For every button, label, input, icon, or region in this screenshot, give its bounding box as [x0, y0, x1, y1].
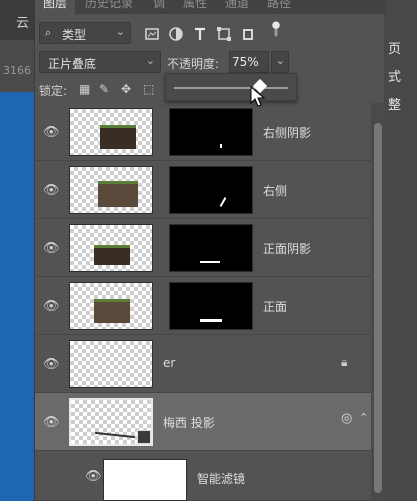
filter-kind-select[interactable]: ⌕ 类型 ⌄: [39, 22, 131, 44]
adjustment-filter-icon[interactable]: [167, 25, 185, 43]
blend-mode-value: 正片叠底: [48, 57, 97, 71]
search-icon: ⌕: [45, 26, 52, 39]
layer-name[interactable]: 正面阴影: [263, 240, 311, 257]
eye-icon[interactable]: 👁: [43, 125, 60, 140]
filter-row: ⌕ 类型 ⌄: [35, 20, 385, 46]
lock-image-icon[interactable]: ✎: [99, 82, 109, 96]
layer-mask-thumbnail[interactable]: [169, 108, 253, 156]
layer-name[interactable]: 正面: [263, 298, 287, 315]
layer-thumbnail[interactable]: [69, 340, 153, 388]
layer-thumbnail[interactable]: [69, 108, 153, 156]
layer-thumbnail[interactable]: [69, 166, 153, 214]
tab-history[interactable]: 历史记录: [85, 0, 133, 11]
opacity-input[interactable]: 75%: [229, 51, 269, 73]
eye-icon[interactable]: 👁: [43, 299, 60, 314]
smart-filter-name[interactable]: 智能滤镜: [197, 470, 245, 487]
panel-tabs: 图层 历史记录 调 属性 通道 路径: [35, 0, 385, 14]
lock-icon: 🔒︎: [341, 355, 348, 369]
eye-icon[interactable]: 👁: [43, 357, 60, 372]
layer-name[interactable]: er: [163, 356, 175, 370]
layer-name[interactable]: 右侧: [263, 182, 287, 199]
layers-list: 👁 右侧阴影 👁 右侧 👁 正面阴影 👁 正面 👁 er 🔒︎ 👁 梅西 投影 …: [35, 103, 371, 501]
blend-mode-select[interactable]: 正片叠底 ⌄: [39, 51, 161, 73]
background-window-corner: 云: [0, 0, 36, 40]
layer-mask-thumbnail[interactable]: [169, 224, 253, 272]
tab-properties[interactable]: 属性: [183, 0, 207, 11]
background-glyph: 云: [16, 16, 30, 31]
smart-filter-mask-thumbnail[interactable]: [103, 459, 187, 501]
chevron-down-icon: ⌄: [115, 25, 125, 38]
lock-position-icon[interactable]: ✥: [121, 82, 131, 96]
tab-paths[interactable]: 路径: [267, 0, 291, 11]
chevron-down-icon: ⌄: [145, 54, 155, 67]
background-number: 3166: [3, 64, 31, 77]
right-panel-strip: 页 式 整: [384, 0, 417, 501]
layer-thumbnail[interactable]: [69, 224, 153, 272]
layer-mask-thumbnail[interactable]: [169, 166, 253, 214]
chevron-down-icon: ⌄: [275, 54, 285, 67]
mouse-cursor-icon: [250, 86, 266, 107]
right-strip-label-3[interactable]: 整: [388, 94, 401, 113]
pixel-filter-icon[interactable]: [143, 25, 161, 43]
eye-icon[interactable]: 👁: [43, 415, 60, 430]
eye-icon[interactable]: 👁: [43, 241, 60, 256]
filter-kind-label: 类型: [62, 28, 87, 42]
blend-opacity-row: 正片叠底 ⌄ 不透明度: 75% ⌄: [35, 51, 385, 75]
layers-scrollbar[interactable]: [371, 103, 385, 501]
scrollbar-thumb[interactable]: [374, 123, 382, 493]
lock-transparent-icon[interactable]: ▦: [79, 82, 90, 96]
canvas-area: [0, 92, 36, 501]
right-strip-label-2[interactable]: 式: [388, 66, 401, 85]
layers-panel: 图层 历史记录 调 属性 通道 路径 ⌕ 类型 ⌄ 正片叠底 ⌄ 不透明度: 7…: [34, 0, 385, 501]
layer-name[interactable]: 梅西 投影: [163, 414, 215, 431]
right-strip-label-1[interactable]: 页: [388, 38, 401, 57]
layer-name[interactable]: 右侧阴影: [263, 124, 311, 141]
opacity-slider-track[interactable]: [174, 87, 288, 89]
layer-thumbnail[interactable]: [69, 282, 153, 330]
smart-filter-row[interactable]: 👁 智能滤镜: [35, 451, 371, 501]
tab-layers[interactable]: 图层: [35, 0, 76, 14]
layer-row-selected[interactable]: 👁 梅西 投影 ◎ ⌃: [35, 393, 371, 451]
layer-row[interactable]: 👁 正面: [35, 277, 371, 335]
smart-filter-indicator-icon[interactable]: ◎: [341, 411, 352, 426]
layer-row[interactable]: 👁 右侧阴影: [35, 103, 371, 161]
layer-thumbnail[interactable]: [69, 398, 153, 446]
layer-row[interactable]: 👁 er 🔒︎: [35, 335, 371, 393]
tab-channels[interactable]: 通道: [225, 0, 249, 11]
layer-mask-thumbnail[interactable]: [169, 282, 253, 330]
layer-row[interactable]: 👁 正面阴影: [35, 219, 371, 277]
background-ruler: 3166: [0, 40, 36, 92]
type-filter-icon[interactable]: [191, 25, 209, 43]
opacity-dropdown-button[interactable]: ⌄: [271, 51, 289, 73]
opacity-slider-popup: [165, 73, 297, 107]
lock-artboard-icon[interactable]: ⬚: [143, 82, 154, 96]
chevron-up-icon[interactable]: ⌃: [359, 411, 368, 424]
smart-object-filter-icon[interactable]: [239, 25, 257, 43]
tab-adjust[interactable]: 调: [153, 0, 165, 11]
lock-label: 锁定:: [39, 84, 68, 98]
opacity-label: 不透明度:: [167, 57, 220, 71]
eye-icon[interactable]: 👁: [43, 183, 60, 198]
shape-filter-icon[interactable]: [215, 25, 233, 43]
layer-row[interactable]: 👁 右侧: [35, 161, 371, 219]
eye-icon[interactable]: 👁: [85, 469, 102, 484]
filter-toggle-icon[interactable]: [267, 20, 285, 38]
